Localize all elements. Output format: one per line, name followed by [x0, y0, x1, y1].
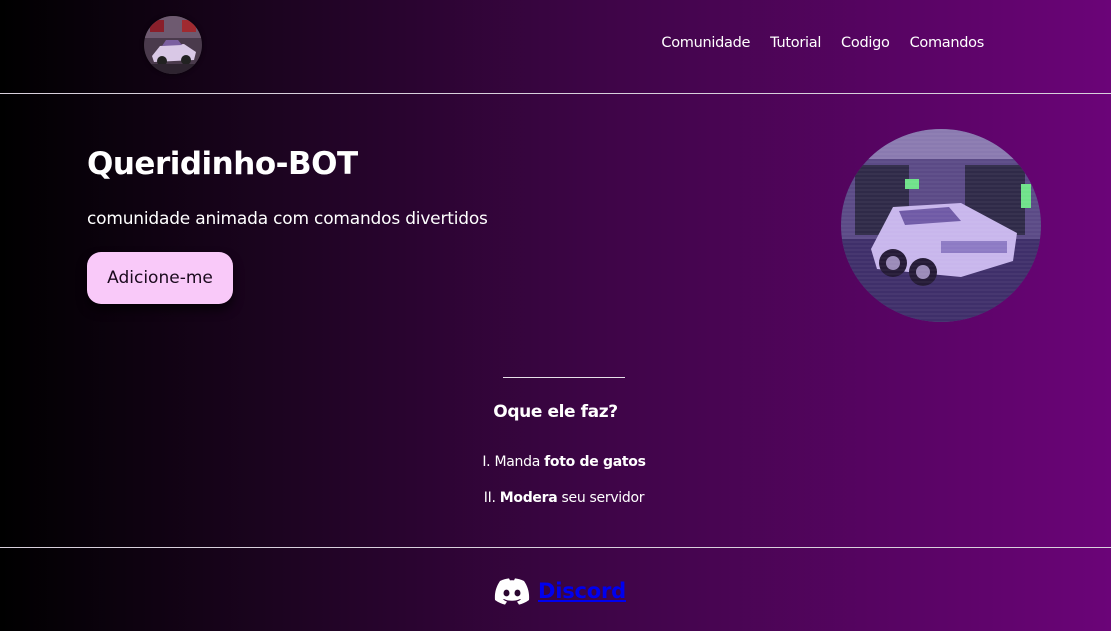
feature-highlight: Modera [499, 490, 558, 506]
feature-text: Manda [494, 454, 540, 470]
discord-link[interactable]: Discord [494, 577, 626, 605]
hero-title: Queridinho-BOT [87, 146, 358, 182]
nav-link-codigo[interactable]: Codigo [841, 35, 890, 51]
discord-icon [494, 578, 530, 605]
discord-label: Discord [538, 579, 626, 603]
feature-numeral: I. [482, 454, 491, 470]
bot-avatar-logo[interactable] [144, 16, 202, 74]
hero-car-image [841, 129, 1041, 322]
nav-link-comunidade[interactable]: Comunidade [661, 35, 750, 51]
nav-link-comandos[interactable]: Comandos [910, 35, 985, 51]
features-list: I. Manda foto de gatos II. Modera seu se… [0, 453, 1111, 525]
top-header: Comunidade Tutorial Codigo Comandos [0, 0, 1111, 94]
feature-item: I. Manda foto de gatos [0, 453, 1111, 489]
feature-highlight: foto de gatos [544, 454, 646, 470]
feature-text: seu servidor [561, 490, 645, 506]
nav-link-tutorial[interactable]: Tutorial [770, 35, 821, 51]
section-divider [503, 377, 625, 378]
hero-subtitle: comunidade animada com comandos divertid… [87, 209, 488, 229]
feature-item: II. Modera seu servidor [0, 489, 1111, 525]
feature-numeral: II. [483, 490, 496, 506]
main-nav: Comunidade Tutorial Codigo Comandos [661, 35, 984, 51]
features-title: Oque ele faz? [493, 402, 618, 422]
add-bot-button[interactable]: Adicione-me [87, 252, 233, 304]
